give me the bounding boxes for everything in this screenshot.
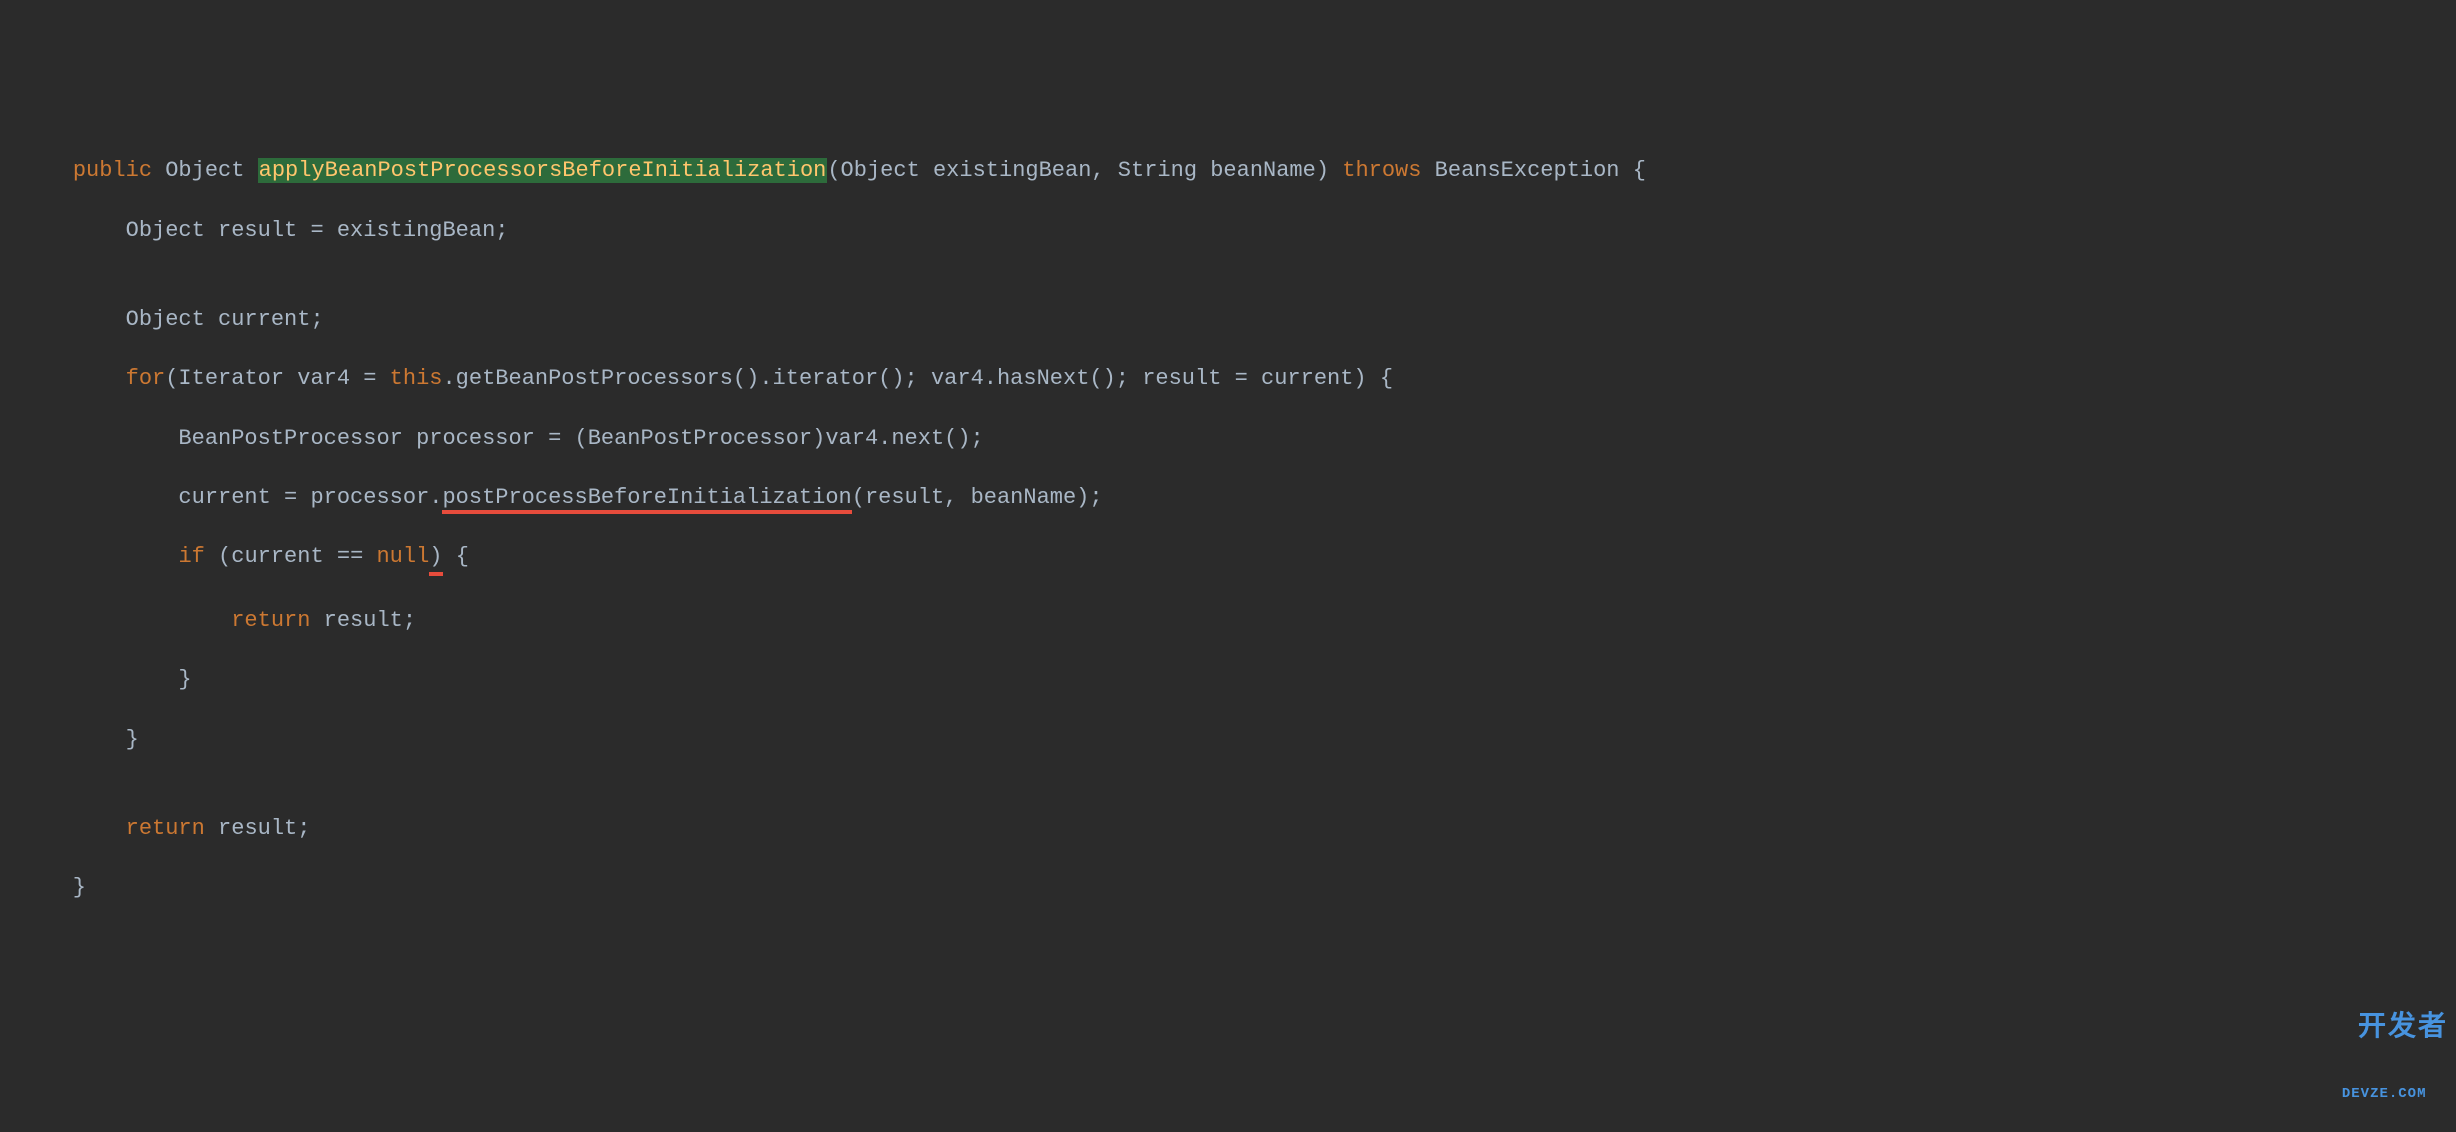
keyword-for: for (126, 366, 166, 391)
type: Object (165, 158, 244, 183)
keyword-return: return (126, 816, 205, 841)
code-line-10: } (0, 665, 2456, 695)
keyword-this: this (390, 366, 443, 391)
code-line-13: return result; (0, 814, 2456, 844)
params: (Object existingBean, String beanName) (827, 158, 1342, 183)
keyword-return: return (231, 608, 310, 633)
underlined-method-call: postProcessBeforeInitialization (442, 485, 851, 514)
code-line-7: current = processor.postProcessBeforeIni… (0, 483, 2456, 513)
method-name-highlighted: applyBeanPostProcessorsBeforeInitializat… (258, 158, 828, 183)
code-line-11: } (0, 725, 2456, 755)
code-line-1: public Object applyBeanPostProcessorsBef… (0, 156, 2456, 186)
watermark-sub: DEVZE.COM (2320, 1085, 2448, 1104)
code-line-6: BeanPostProcessor processor = (BeanPostP… (0, 424, 2456, 454)
code-editor[interactable]: public Object applyBeanPostProcessorsBef… (0, 127, 2456, 933)
watermark: 开发者 DEVZE.COM (2320, 972, 2448, 1132)
keyword-public: public (73, 158, 152, 183)
keyword-throws: throws (1342, 158, 1421, 183)
code-line-8: if (current == null) { (0, 542, 2456, 576)
code-line-9: return result; (0, 606, 2456, 636)
code-line-4: Object current; (0, 305, 2456, 335)
code-line-5: for(Iterator var4 = this.getBeanPostProc… (0, 364, 2456, 394)
exception: BeansException { (1435, 158, 1646, 183)
watermark-main: 开发者 (2358, 1013, 2448, 1044)
indent (20, 158, 73, 183)
code-line-2: Object result = existingBean; (0, 216, 2456, 246)
underlined-paren: ) (429, 542, 442, 576)
code-line-14: } (0, 873, 2456, 903)
